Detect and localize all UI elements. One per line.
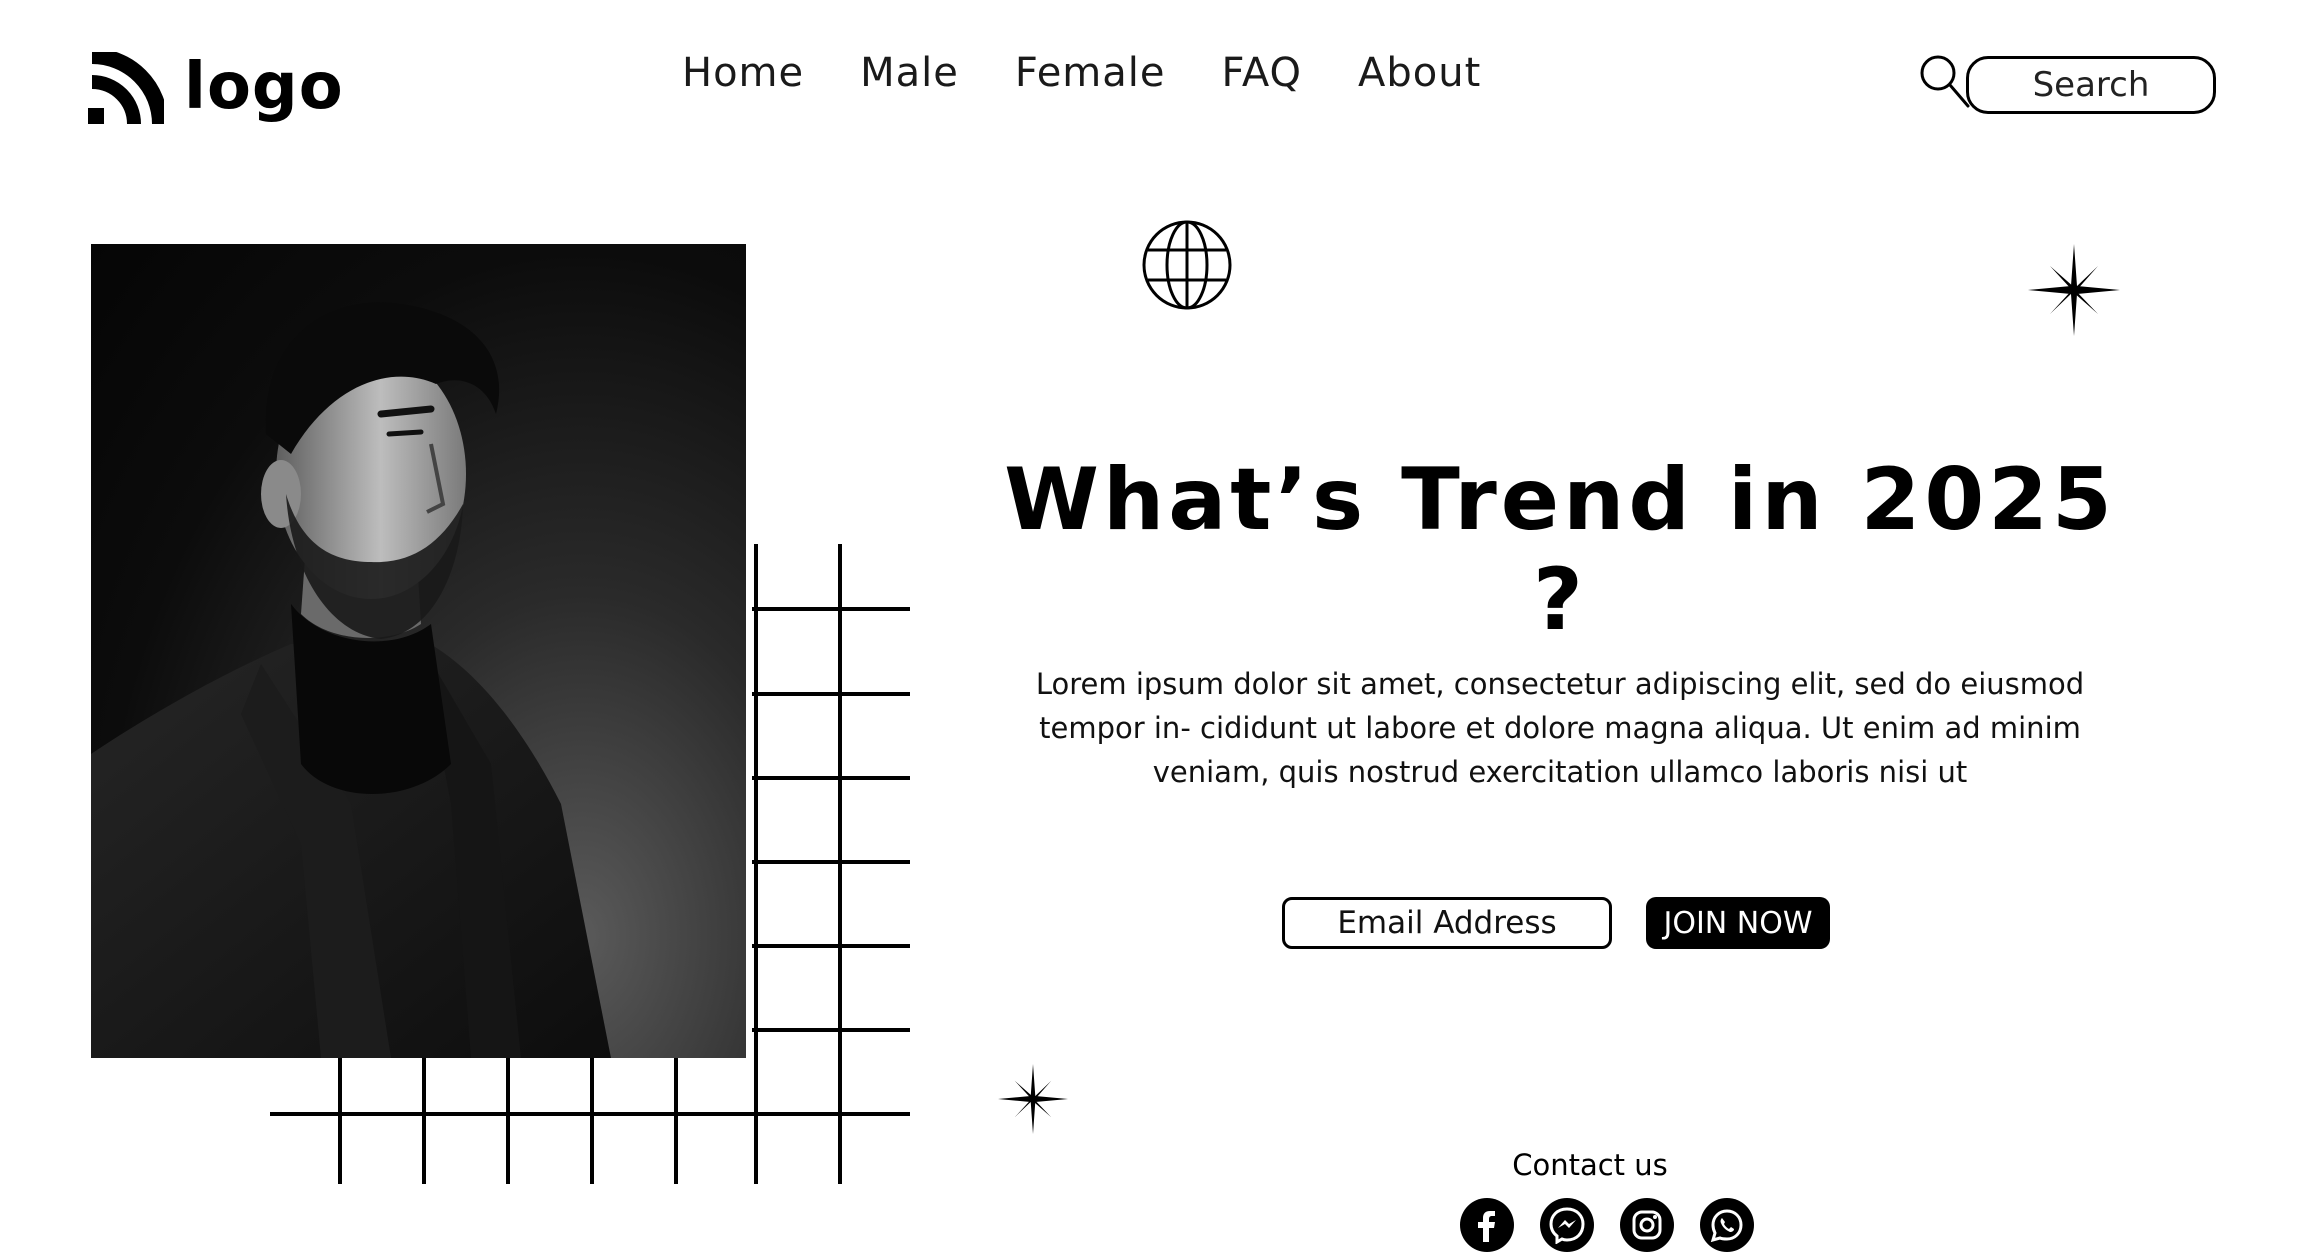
contact-label: Contact us (1512, 1148, 1668, 1182)
logo-text: logo (184, 50, 344, 124)
grid-decoration (270, 544, 910, 1184)
nav-about[interactable]: About (1358, 50, 1481, 96)
email-field[interactable] (1282, 897, 1612, 949)
search (1918, 52, 2216, 114)
landing-page: logo Home Male Female FAQ About Search W… (0, 0, 2308, 1254)
join-now-button[interactable]: JOIN NOW (1646, 897, 1830, 949)
nav-faq[interactable]: FAQ (1222, 50, 1302, 96)
sparkle-star-icon-small (998, 1064, 1068, 1134)
whatsapp-icon[interactable] (1700, 1198, 1754, 1252)
search-icon[interactable] (1918, 52, 1972, 112)
search-input[interactable] (1966, 56, 2216, 114)
sparkle-star-icon (2028, 244, 2120, 336)
logo[interactable]: logo (88, 52, 344, 128)
facebook-icon[interactable] (1460, 1198, 1514, 1252)
social-links (1460, 1198, 1754, 1252)
logo-icon (88, 52, 164, 125)
instagram-icon[interactable] (1620, 1198, 1674, 1252)
nav-male[interactable]: Male (860, 50, 959, 96)
main-nav: Home Male Female FAQ About (682, 50, 1481, 96)
messenger-icon[interactable] (1540, 1198, 1594, 1252)
nav-female[interactable]: Female (1015, 50, 1166, 96)
hero-headline: What’s Trend in 2025 ? (1004, 450, 2116, 650)
hero-body-text: Lorem ipsum dolor sit amet, consectetur … (1035, 667, 2085, 789)
nav-home[interactable]: Home (682, 50, 804, 96)
globe-icon (1142, 220, 1232, 310)
